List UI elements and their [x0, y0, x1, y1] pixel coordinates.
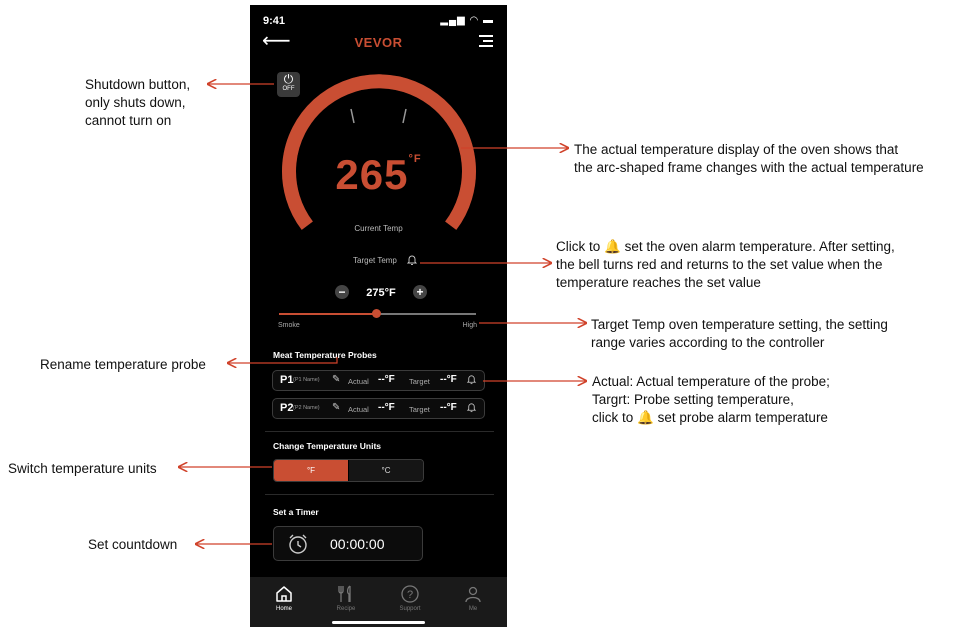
tab-recipe[interactable]: Recipe — [326, 584, 366, 612]
probe-target-label: Target — [409, 377, 430, 386]
unit-fahrenheit-button[interactable]: °F — [274, 460, 348, 481]
annotation-line: cannot turn on — [85, 113, 172, 128]
probe-actual-value: --°F — [378, 374, 395, 385]
probe-actual-label: Actual — [348, 377, 369, 386]
tab-label: Me — [468, 606, 478, 612]
bell-icon: 🔔 — [604, 239, 621, 254]
tab-label: Home — [275, 606, 292, 612]
probe-row-p2: P2 (P2 Name) ✎ Actual --°F Target --°F — [272, 398, 485, 419]
slider-fill — [279, 313, 376, 315]
temperature-gauge — [282, 74, 476, 230]
target-temp-value: 275°F — [366, 287, 396, 299]
probe-name: (P1 Name) — [293, 377, 320, 383]
probe-actual-label: Actual — [348, 405, 369, 414]
tab-label: Recipe — [336, 606, 356, 612]
help-icon: ? — [401, 585, 419, 603]
tab-label: Support — [399, 606, 421, 612]
alarm-bell-icon[interactable] — [406, 254, 418, 266]
gauge-tick — [402, 108, 407, 124]
annotation-line: Actual: Actual temperature of the probe; — [592, 374, 830, 389]
annotation-actual-display: The actual temperature display of the ov… — [574, 141, 924, 177]
annotation-rename: Rename temperature probe — [40, 356, 206, 374]
current-temperature-unit: °F — [408, 153, 422, 165]
gauge-tick — [350, 108, 355, 124]
decrease-temp-button[interactable]: − — [335, 285, 349, 299]
target-temp-slider[interactable] — [279, 309, 476, 318]
annotation-switch-units: Switch temperature units — [8, 460, 157, 478]
utensils-icon — [338, 585, 351, 602]
annotation-alarm: Click to 🔔 set the oven alarm temperatur… — [556, 238, 895, 292]
tab-support[interactable]: ? Support — [390, 584, 430, 612]
annotation-line: only shuts down, — [85, 95, 186, 110]
annotation-line: Targrt: Probe setting temperature, — [592, 392, 794, 407]
current-temp-label: Current Temp — [354, 224, 403, 233]
annotation-line: range varies according to the controller — [591, 335, 825, 350]
probe-target-label: Target — [409, 405, 430, 414]
target-temp-label: Target Temp — [353, 256, 397, 265]
probe-actual-value: --°F — [378, 402, 395, 413]
annotation-target-setting: Target Temp oven temperature setting, th… — [591, 316, 888, 352]
probe-id: P2 — [280, 402, 294, 414]
tab-me[interactable]: Me — [453, 584, 493, 612]
annotation-line: temperature reaches the set value — [556, 275, 761, 290]
target-temp-stepper: − 275°F + — [335, 284, 427, 302]
user-icon — [465, 586, 481, 603]
phone-screen: 9:41 ▂▄▆ ◠ ▬ ⟵ VEVOR ⏻ OFF 265°F Current… — [250, 5, 507, 627]
svg-text:?: ? — [407, 589, 413, 601]
probe-target-value[interactable]: --°F — [440, 374, 457, 385]
annotation-line: the arc-shaped frame changes with the ac… — [574, 160, 924, 175]
edit-icon[interactable]: ✎ — [332, 375, 340, 385]
divider — [265, 494, 494, 495]
alarm-clock-icon — [289, 534, 307, 554]
unit-toggle: °F °C — [273, 459, 424, 482]
probe-name: (P2 Name) — [293, 405, 320, 411]
slider-thumb[interactable] — [371, 309, 381, 318]
edit-icon[interactable]: ✎ — [332, 403, 340, 413]
probe-id: P1 — [280, 374, 294, 386]
annotation-line: Set countdown — [88, 537, 178, 552]
increase-temp-button[interactable]: + — [413, 285, 427, 299]
countdown-timer[interactable]: 00:00:00 — [273, 526, 423, 561]
annotation-line: Switch temperature units — [8, 461, 157, 476]
annotation-line: Target Temp oven temperature setting, th… — [591, 317, 888, 332]
annotation-shutdown: Shutdown button, only shuts down, cannot… — [85, 76, 190, 130]
probe-target-value[interactable]: --°F — [440, 402, 457, 413]
unit-celsius-button[interactable]: °C — [349, 460, 423, 481]
slider-min-label: Smoke — [278, 322, 300, 329]
annotation-probe-info: Actual: Actual temperature of the probe;… — [592, 373, 830, 427]
probes-section-title: Meat Temperature Probes — [273, 350, 377, 360]
annotation-line: Rename temperature probe — [40, 357, 206, 372]
units-section-title: Change Temperature Units — [273, 441, 382, 451]
bottom-tab-bar: Home Recipe ? Support Me — [250, 577, 507, 627]
probe-alarm-bell-icon[interactable] — [466, 402, 477, 413]
annotation-line: Click to 🔔 set the oven alarm temperatur… — [556, 239, 895, 254]
bell-icon: 🔔 — [637, 410, 654, 425]
tab-home[interactable]: Home — [264, 584, 304, 612]
annotation-line: The actual temperature display of the ov… — [574, 142, 899, 157]
slider-max-label: High — [462, 322, 477, 329]
home-indicator — [332, 621, 425, 624]
probe-row-p1: P1 (P1 Name) ✎ Actual --°F Target --°F — [272, 370, 485, 391]
annotation-line: the bell turns red and returns to the se… — [556, 257, 883, 272]
timer-section-title: Set a Timer — [273, 507, 319, 517]
annotation-line: Shutdown button, — [85, 77, 191, 92]
current-temperature: 265°F — [250, 151, 507, 199]
annotation-countdown: Set countdown — [88, 536, 177, 554]
timer-value: 00:00:00 — [330, 536, 385, 552]
current-temperature-value: 265 — [335, 151, 409, 198]
annotation-line: click to 🔔 set probe alarm temperature — [592, 410, 828, 425]
divider — [265, 431, 494, 432]
home-icon — [276, 586, 292, 602]
probe-alarm-bell-icon[interactable] — [466, 374, 477, 385]
